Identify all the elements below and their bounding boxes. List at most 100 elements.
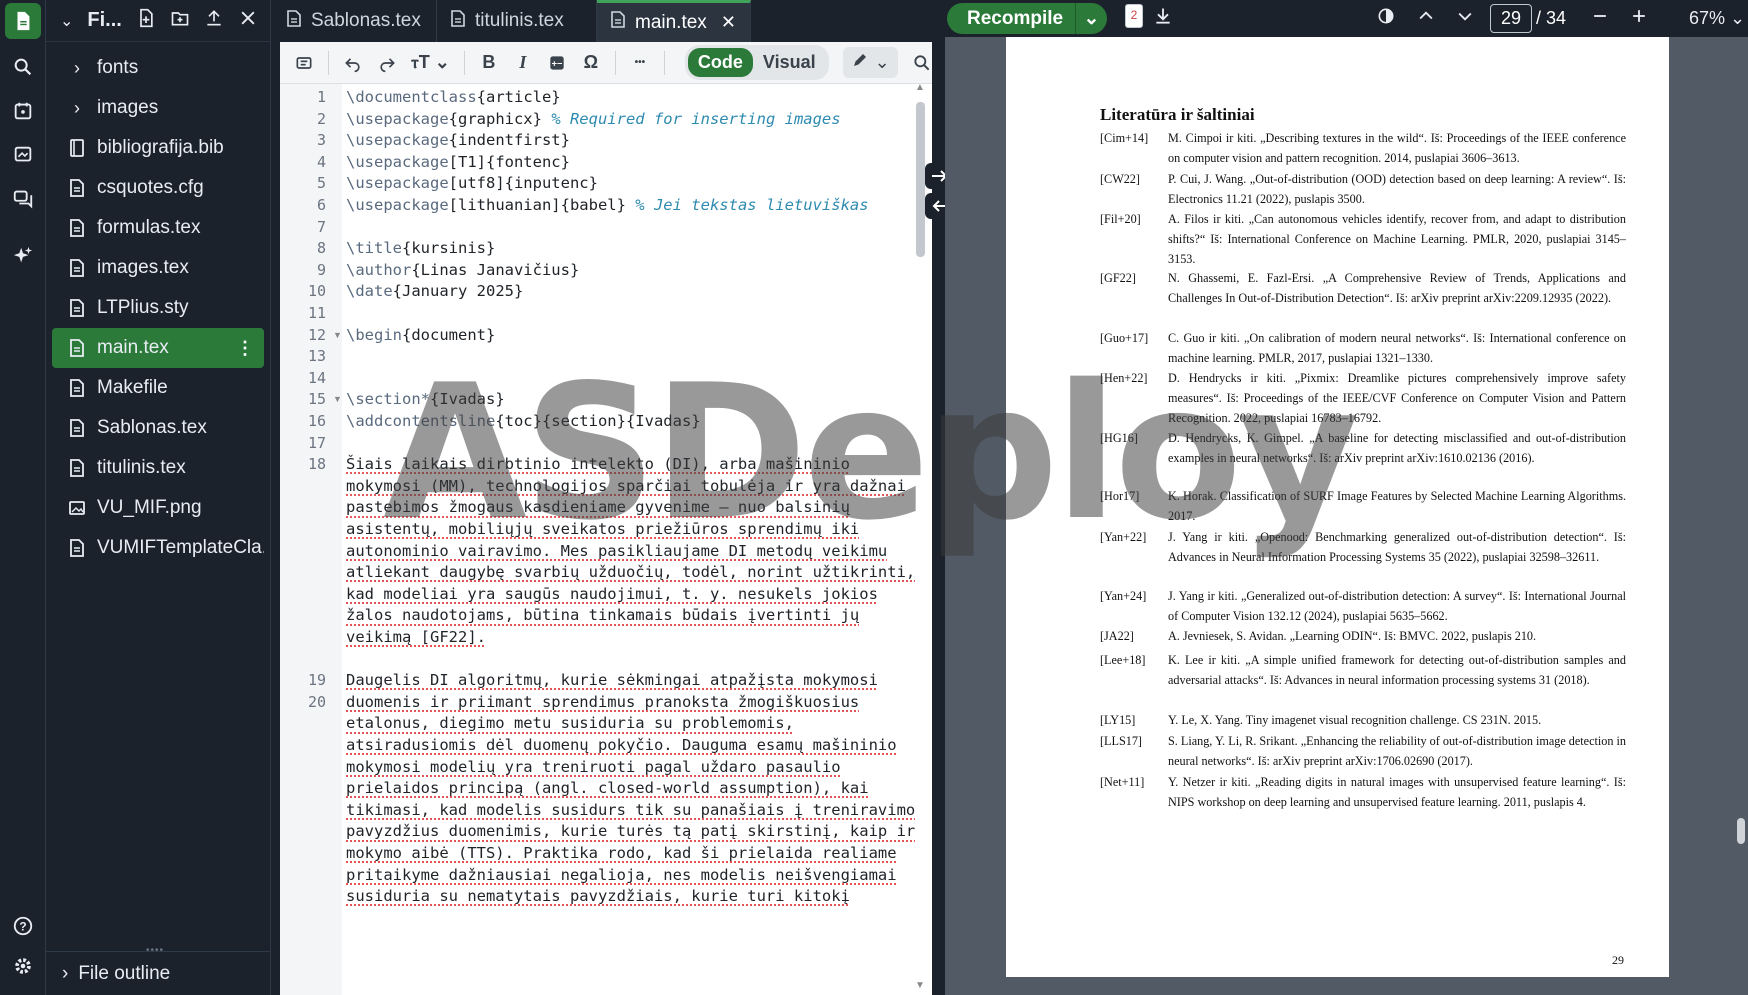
reference-text: S. Liang, Y. Li, R. Srikant. „Enhancing … — [1168, 734, 1626, 768]
code-line: pastebimos žmogaus kasdieniame gyvenime … — [346, 498, 850, 517]
file-tree-item[interactable]: › fonts — [52, 48, 264, 88]
review-icon[interactable] — [5, 137, 41, 173]
editor-tab[interactable]: Sablonas.tex — [271, 0, 437, 42]
file-icon — [287, 9, 301, 33]
code-editor[interactable]: 1 2 3 4 5 6 7 8 9 10 11 12 ▼ 13 14 15 ▼ 16 17 18 19 20 \docum… — [280, 82, 932, 995]
file-outline-toggle[interactable]: › File outline — [46, 951, 271, 995]
panel-splitter[interactable] — [932, 0, 945, 995]
redo-icon[interactable] — [377, 53, 397, 73]
line-number: 10 — [307, 282, 326, 301]
reference-text: C. Guo ir kiti. „On calibration of moder… — [1168, 331, 1626, 365]
file-tree-item[interactable]: images.tex — [52, 248, 264, 288]
code-line: pritaikyme dažniausiai negalioja, nes mo… — [346, 865, 897, 884]
zoom-in-icon[interactable] — [1629, 6, 1649, 26]
file-tree-item[interactable]: bibliografija.bib — [52, 128, 264, 168]
insert-math-icon[interactable]: +− — [547, 53, 567, 73]
citation-key: [GF22] — [1100, 271, 1136, 285]
new-folder-icon[interactable] — [170, 8, 190, 33]
upload-icon[interactable] — [204, 8, 224, 33]
collapse-chevron-icon[interactable]: ⌄ — [60, 11, 73, 31]
zoom-level-dropdown[interactable]: 67% ⌄ — [1689, 8, 1745, 29]
contrast-icon[interactable] — [1376, 6, 1396, 26]
close-panel-icon[interactable] — [238, 8, 258, 33]
file-tree-item[interactable]: Makefile — [52, 368, 264, 408]
code-line: \usepackage[T1]{fontenc} — [346, 152, 570, 171]
file-tree-item[interactable]: csquotes.cfg — [52, 168, 264, 208]
scroll-down-arrow-icon[interactable]: ▼ — [915, 980, 925, 991]
file-tree-item[interactable]: formulas.tex — [52, 208, 264, 248]
toc-icon[interactable] — [294, 53, 314, 73]
page-number-input[interactable]: 29 — [1490, 4, 1532, 33]
editor-tab-label: Sablonas.tex — [311, 10, 421, 31]
recompile-button[interactable]: Recompile ⌄ — [947, 3, 1107, 34]
symbol-omega-button[interactable]: Ω — [581, 52, 601, 73]
file-tree-item[interactable]: › images — [52, 88, 264, 128]
reference-text: Y. Le, X. Yang. Tiny imagenet visual rec… — [1168, 713, 1542, 727]
reference-text: A. Jevniesek, S. Avidan. „Learning ODIN“… — [1168, 629, 1537, 643]
search-icon[interactable] — [5, 49, 41, 85]
chat-icon[interactable] — [5, 180, 41, 216]
undo-icon[interactable] — [343, 53, 363, 73]
file-tree-item[interactable]: Sablonas.tex — [52, 408, 264, 448]
recompile-dropdown-chevron-icon[interactable]: ⌄ — [1075, 3, 1107, 34]
find-icon[interactable] — [912, 53, 932, 73]
file-icon — [68, 178, 86, 198]
file-tree-icon[interactable] — [5, 3, 41, 39]
scroll-up-arrow-icon[interactable]: ▲ — [915, 82, 925, 93]
code-line: atsiradusiomis dėl duomenų pokyčio. Daug… — [346, 736, 897, 754]
file-menu-kebab-icon[interactable]: ⋮ — [236, 338, 254, 359]
file-tree-item[interactable]: VUMIFTemplateCla... — [52, 528, 264, 568]
reference-text: J. Yang ir kiti. „Generalized out-of-dis… — [1168, 589, 1626, 623]
code-mode-button[interactable]: Code — [687, 48, 753, 77]
code-line: žalos naudotojams, būtina tinkamais būda… — [346, 606, 860, 625]
fold-arrow-icon[interactable]: ▼ — [333, 394, 342, 404]
editor-tabs: Sablonas.tex titulinis.tex main.tex ✕ — [271, 0, 932, 42]
editor-tab[interactable]: titulinis.tex — [437, 0, 597, 42]
settings-gear-icon[interactable] — [5, 948, 41, 984]
line-number: 8 — [316, 239, 326, 258]
text-size-button[interactable]: ⲧT ⌄ — [411, 52, 450, 73]
pdf-scroll-thumb[interactable] — [1737, 818, 1745, 844]
toolbar-divider — [614, 50, 616, 75]
file-icon — [451, 9, 465, 33]
code-line: veikimą [GF22]. — [346, 628, 486, 646]
pdf-viewer[interactable]: Literatūra ir šaltiniai 29 [Cim+14] M. Ci… — [945, 37, 1748, 995]
fold-arrow-icon[interactable]: ▼ — [333, 330, 342, 340]
edit-mode-dropdown[interactable]: ⌄ — [842, 47, 898, 78]
file-tree-item[interactable]: main.tex ⋮ — [52, 328, 264, 368]
citation-key: [Yan+24] — [1100, 589, 1147, 603]
close-tab-icon[interactable]: ✕ — [721, 12, 736, 33]
new-file-icon[interactable] — [136, 8, 156, 33]
download-pdf-icon[interactable] — [1153, 6, 1173, 26]
line-number: 15 — [307, 390, 326, 409]
ai-sparkle-icon[interactable] — [5, 238, 41, 274]
logs-badge[interactable]: 2 — [1125, 4, 1143, 28]
help-icon[interactable]: ? — [5, 908, 41, 944]
pdf-scrollbar[interactable] — [1734, 37, 1748, 995]
code-line: \usepackage{graphicx} % Required for ins… — [346, 109, 841, 128]
file-tree-item-label: titulinis.tex — [97, 457, 186, 478]
file-tree-item[interactable]: VU_MIF.png — [52, 488, 264, 528]
line-number: 18 — [307, 455, 326, 474]
bibliography-entry: [Hen+22] D. Hendrycks ir kiti. „Pixmix: D… — [1100, 368, 1626, 428]
file-tree-item[interactable]: LTPlius.sty — [52, 288, 264, 328]
bibliography-entry: [CW22] P. Cui, J. Wang. „Out-of-distribut… — [1100, 169, 1626, 209]
italic-button[interactable]: I — [513, 52, 533, 73]
more-options-button[interactable]: ••• — [630, 57, 650, 68]
citation-key: [LY15] — [1100, 713, 1136, 727]
visual-mode-button[interactable]: Visual — [753, 48, 826, 77]
editor-scrollbar[interactable]: ▲ ▼ — [914, 82, 928, 995]
integrations-icon[interactable] — [5, 93, 41, 129]
bibliography-entry: [Guo+17] C. Guo ir kiti. „On calibration … — [1100, 328, 1626, 368]
editor-tab[interactable]: main.tex ✕ — [597, 0, 751, 42]
file-tree-panel: ⌄ Fi... › fonts › images bibliografija.bib cs… — [46, 0, 271, 995]
zoom-out-icon[interactable] — [1590, 6, 1610, 26]
bold-button[interactable]: B — [479, 52, 499, 73]
pdf-toolbar: Recompile ⌄ 2 67% ⌄ — [945, 0, 1748, 37]
file-tree-item[interactable]: titulinis.tex — [52, 448, 264, 488]
editor-scroll-thumb[interactable] — [916, 102, 925, 257]
code-line: pavyzdžius duomenimis, kurie turės tą pa… — [346, 822, 916, 841]
next-page-icon[interactable] — [1455, 6, 1475, 26]
previous-page-icon[interactable] — [1416, 6, 1436, 26]
line-number: 3 — [316, 131, 326, 150]
